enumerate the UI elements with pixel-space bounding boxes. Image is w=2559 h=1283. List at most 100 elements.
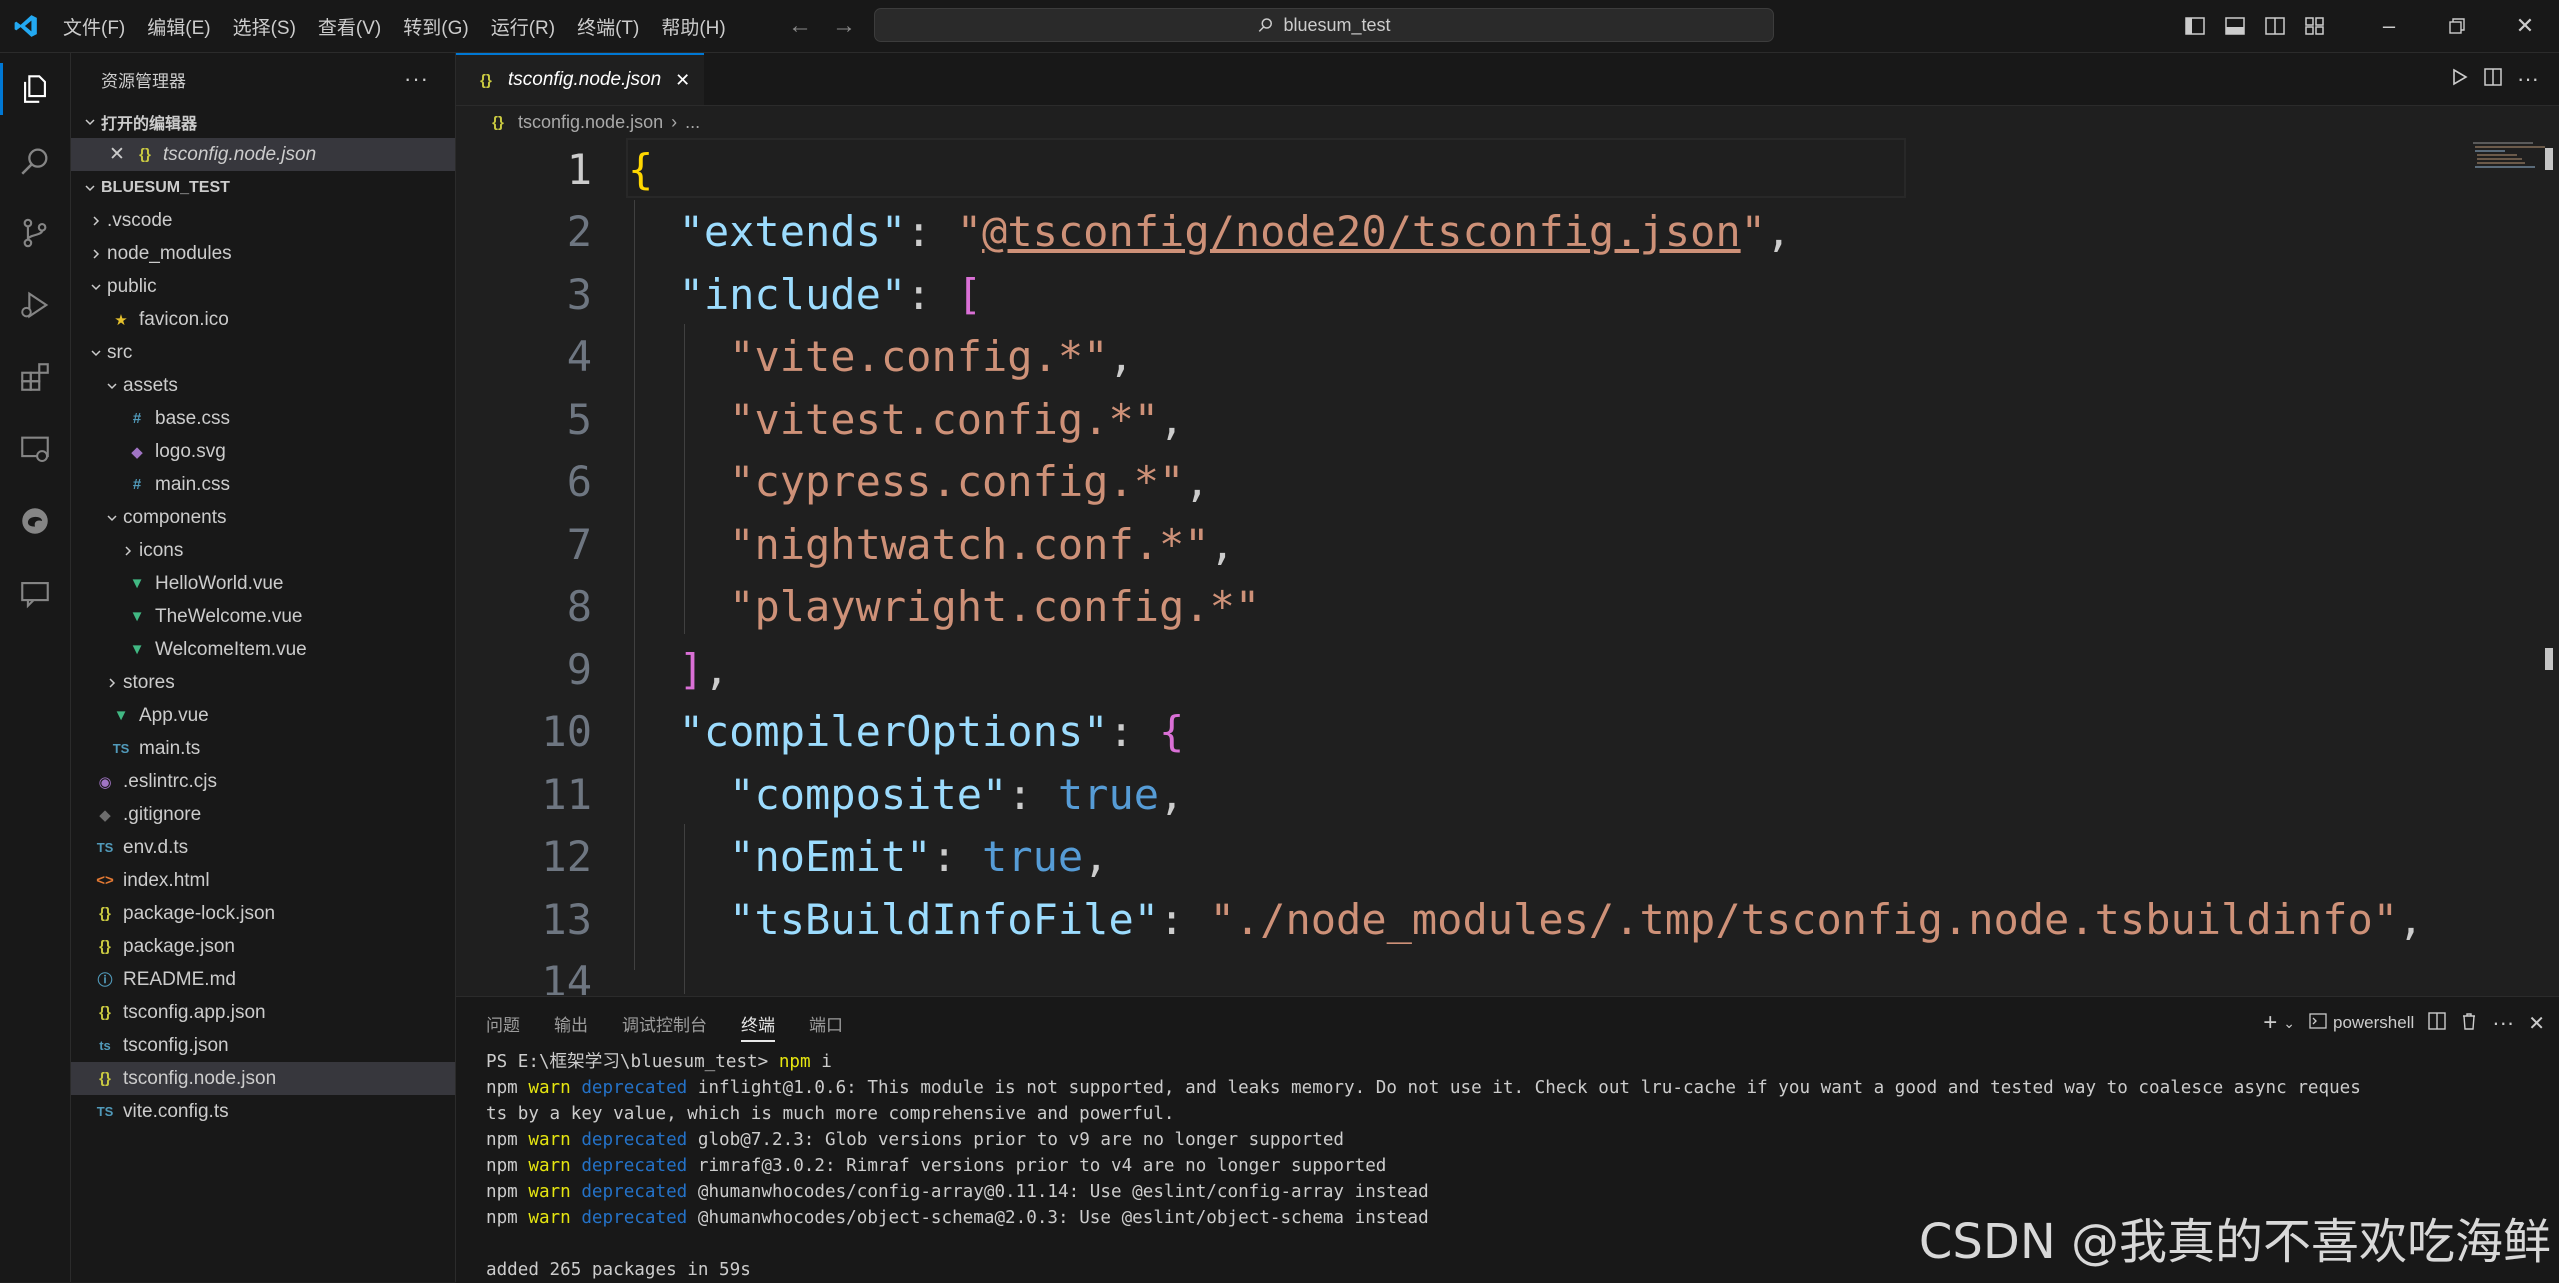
- menu-edit[interactable]: 编辑(E): [136, 0, 221, 52]
- tab-terminal[interactable]: 终端: [741, 1011, 775, 1042]
- tree-file[interactable]: ▼ App.vue: [71, 699, 455, 732]
- split-editor-icon[interactable]: [2483, 67, 2503, 92]
- more-actions-icon[interactable]: ···: [404, 66, 429, 92]
- tab-ports[interactable]: 端口: [809, 1011, 843, 1036]
- editor-area: {} tsconfig.node.json ✕ ··· {} tsconfig.…: [456, 53, 2559, 995]
- tree-file[interactable]: {} tsconfig.app.json: [71, 996, 455, 1029]
- tree-file[interactable]: {} tsconfig.node.json: [71, 1062, 455, 1095]
- remote-explorer-icon[interactable]: [0, 413, 70, 485]
- tree-folder[interactable]: stores: [71, 666, 455, 699]
- tree-file[interactable]: {} package.json: [71, 930, 455, 963]
- tree-file[interactable]: ★ favicon.ico: [71, 303, 455, 336]
- menu-selection[interactable]: 选择(S): [222, 0, 307, 52]
- css-file-icon: #: [132, 476, 142, 493]
- toggle-panel-icon[interactable]: [2215, 0, 2255, 52]
- tree-file[interactable]: <> index.html: [71, 864, 455, 897]
- project-section[interactable]: BLUESUM_TEST: [71, 171, 455, 204]
- edge-browser-icon[interactable]: [0, 485, 70, 557]
- extensions-icon[interactable]: [0, 341, 70, 413]
- source-control-icon[interactable]: [0, 197, 70, 269]
- more-actions-icon[interactable]: ···: [2492, 1010, 2514, 1036]
- code-token: ": [1740, 207, 1766, 256]
- open-editor-item[interactable]: ✕ {} tsconfig.node.json: [71, 138, 455, 171]
- terminal-segment: deprecated: [581, 1182, 688, 1202]
- panel-tabs: 问题 输出 调试控制台 终端 端口 + ⌄ powershell ··· ✕: [456, 997, 2559, 1049]
- tree-folder[interactable]: assets: [71, 369, 455, 402]
- breadcrumb-file[interactable]: tsconfig.node.json: [518, 112, 663, 133]
- tree-folder[interactable]: src: [71, 336, 455, 369]
- tab-debug-console[interactable]: 调试控制台: [622, 1011, 707, 1036]
- tree-file[interactable]: ⓘ README.md: [71, 963, 455, 996]
- tree-folder[interactable]: components: [71, 501, 455, 534]
- run-debug-icon[interactable]: [0, 269, 70, 341]
- tree-file[interactable]: TS vite.config.ts: [71, 1095, 455, 1128]
- close-icon[interactable]: ✕: [109, 143, 133, 166]
- terminal-segment: warn: [528, 1208, 571, 1228]
- tree-folder[interactable]: public: [71, 270, 455, 303]
- line-number: 6: [566, 457, 592, 506]
- menu-file[interactable]: 文件(F): [52, 0, 136, 52]
- line-content: "tsBuildInfoFile": "./node_modules/.tmp/…: [628, 895, 2423, 944]
- tree-file[interactable]: # main.css: [71, 468, 455, 501]
- menu-go[interactable]: 转到(G): [392, 0, 479, 52]
- shell-name[interactable]: powershell: [2333, 1013, 2414, 1033]
- restore-button[interactable]: [2423, 0, 2491, 52]
- tree-file[interactable]: {} package-lock.json: [71, 897, 455, 930]
- tree-file[interactable]: TS env.d.ts: [71, 831, 455, 864]
- terminal-segment: npm: [486, 1078, 529, 1098]
- minimize-button[interactable]: –: [2355, 0, 2423, 52]
- tree-file[interactable]: TS main.ts: [71, 732, 455, 765]
- chevron-down-icon[interactable]: ⌄: [2283, 1015, 2295, 1032]
- run-icon[interactable]: [2449, 67, 2469, 92]
- tree-file[interactable]: ◆ logo.svg: [71, 435, 455, 468]
- menu-view[interactable]: 查看(V): [307, 0, 392, 52]
- breadcrumb-more[interactable]: ...: [685, 112, 700, 133]
- menu-run[interactable]: 运行(R): [480, 0, 566, 52]
- chat-icon[interactable]: [0, 557, 70, 629]
- tree-folder[interactable]: .vscode: [71, 204, 455, 237]
- minimap[interactable]: [2459, 138, 2559, 995]
- split-terminal-icon[interactable]: [2428, 1011, 2446, 1035]
- close-icon[interactable]: ✕: [675, 70, 690, 91]
- git-file-icon: ◆: [99, 806, 111, 824]
- forward-arrow-icon[interactable]: →: [832, 12, 856, 40]
- more-actions-icon[interactable]: ···: [2517, 66, 2539, 92]
- tree-item-label: base.css: [155, 407, 230, 429]
- code-token: :: [906, 207, 957, 256]
- tree-folder[interactable]: icons: [71, 534, 455, 567]
- tree-file[interactable]: ◆ .gitignore: [71, 798, 455, 831]
- new-terminal-icon[interactable]: +: [2263, 1009, 2277, 1037]
- customize-layout-icon[interactable]: [2295, 0, 2335, 52]
- tree-folder[interactable]: node_modules: [71, 237, 455, 270]
- tree-file[interactable]: # base.css: [71, 402, 455, 435]
- search-icon[interactable]: [0, 125, 70, 197]
- tab-output[interactable]: 输出: [554, 1011, 588, 1036]
- json-file-icon: {}: [99, 938, 111, 955]
- back-arrow-icon[interactable]: ←: [788, 12, 812, 40]
- toggle-primary-sidebar-icon[interactable]: [2175, 0, 2215, 52]
- terminal-segment: glob@7.2.3: Glob versions prior to v9 ar…: [687, 1130, 1345, 1150]
- menu-help[interactable]: 帮助(H): [650, 0, 736, 52]
- open-editors-section[interactable]: 打开的编辑器: [71, 105, 455, 138]
- close-window-button[interactable]: ✕: [2491, 0, 2559, 52]
- tree-file[interactable]: ▼ WelcomeItem.vue: [71, 633, 455, 666]
- menu-terminal[interactable]: 终端(T): [566, 0, 650, 52]
- explorer-icon[interactable]: [0, 53, 70, 125]
- code-token: ,: [1184, 457, 1210, 506]
- close-panel-icon[interactable]: ✕: [2528, 1011, 2545, 1036]
- scrollbar-thumb[interactable]: [2545, 148, 2553, 170]
- editor-tab[interactable]: {} tsconfig.node.json ✕: [456, 53, 705, 105]
- tree-file[interactable]: ▼ TheWelcome.vue: [71, 600, 455, 633]
- toggle-secondary-sidebar-icon[interactable]: [2255, 0, 2295, 52]
- tree-file[interactable]: ts tsconfig.json: [71, 1029, 455, 1062]
- code-token: "nightwatch.conf.*": [729, 519, 1210, 569]
- code-editor[interactable]: 1{2 "extends": "@tsconfig/node20/tsconfi…: [456, 138, 2559, 995]
- command-center-search[interactable]: bluesum_test: [874, 8, 1774, 42]
- tree-file[interactable]: ◉ .eslintrc.cjs: [71, 765, 455, 798]
- tab-problems[interactable]: 问题: [486, 1011, 520, 1036]
- tree-item-label: vite.config.ts: [123, 1100, 229, 1122]
- trash-icon[interactable]: [2460, 1012, 2478, 1035]
- tree-file[interactable]: ▼ HelloWorld.vue: [71, 567, 455, 600]
- code-token: "cypress.config.*": [729, 457, 1185, 506]
